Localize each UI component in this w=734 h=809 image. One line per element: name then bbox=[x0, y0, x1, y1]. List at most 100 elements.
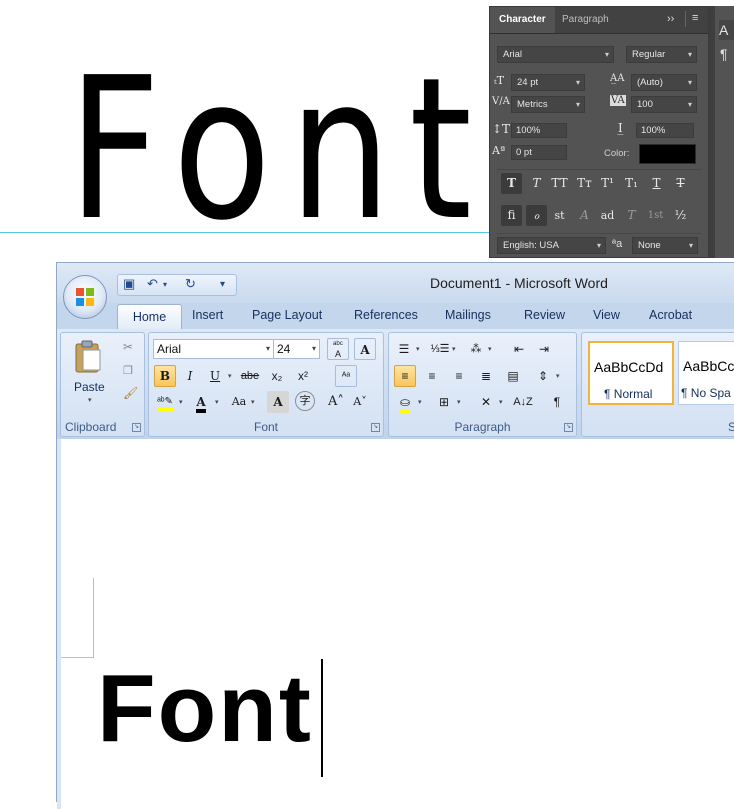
chevron-down-icon[interactable]: ▾ bbox=[228, 372, 232, 380]
line-spacing-button[interactable]: ⇕ bbox=[532, 365, 554, 387]
tab-paragraph[interactable]: Paragraph bbox=[553, 7, 618, 33]
stylistic-alternates-button[interactable]: A bbox=[574, 205, 595, 226]
superscript-button[interactable]: T¹ bbox=[597, 173, 618, 194]
small-caps-button[interactable]: Tт bbox=[574, 173, 595, 194]
character-shading-button[interactable]: A bbox=[267, 391, 289, 413]
faux-bold-button[interactable]: T bbox=[501, 173, 522, 194]
save-icon[interactable]: ▣ bbox=[123, 276, 135, 292]
tab-home[interactable]: Home bbox=[117, 304, 182, 329]
ordinals-button[interactable]: T bbox=[621, 205, 642, 226]
document-text[interactable]: Font bbox=[97, 661, 313, 757]
dialog-launcher-icon[interactable]: ↘ bbox=[564, 423, 573, 432]
antialias-dropdown[interactable]: None ▾ bbox=[632, 237, 698, 254]
change-case-icon[interactable]: ᵃᵇᶜ A bbox=[327, 338, 349, 360]
dialog-launcher-icon[interactable]: ↘ bbox=[132, 423, 141, 432]
all-caps-button[interactable]: TT bbox=[549, 173, 570, 194]
font-size-dropdown[interactable]: 24 pt ▾ bbox=[511, 74, 585, 91]
underline-button[interactable]: T bbox=[646, 173, 667, 194]
swash-button[interactable]: st bbox=[549, 205, 570, 226]
tab-insert[interactable]: Insert bbox=[192, 308, 223, 322]
shading-button[interactable]: ⛀ bbox=[394, 391, 416, 413]
text-effects-icon[interactable]: ᴬᵃ bbox=[335, 365, 357, 387]
italic-button[interactable]: I bbox=[179, 365, 201, 387]
underline-button[interactable]: U bbox=[204, 365, 226, 387]
align-left-button[interactable]: ≡ bbox=[394, 365, 416, 387]
paste-button[interactable] bbox=[73, 338, 103, 374]
strikethrough-button[interactable]: T bbox=[670, 173, 691, 194]
numbering-button[interactable]: ⅓☰ bbox=[429, 338, 451, 360]
color-swatch[interactable] bbox=[639, 144, 696, 164]
collapse-icon[interactable]: ›› bbox=[667, 13, 674, 25]
increase-indent-button[interactable]: ⇥ bbox=[533, 338, 555, 360]
font-style-dropdown[interactable]: Regular ▾ bbox=[626, 46, 697, 63]
kerning-dropdown[interactable]: Metrics ▾ bbox=[511, 96, 585, 113]
paragraph-panel-icon[interactable]: ¶ bbox=[720, 46, 728, 62]
horizontal-scale-field[interactable]: 100% bbox=[636, 123, 694, 138]
format-painter-icon[interactable]: 🖌 bbox=[123, 386, 138, 400]
chevron-down-icon[interactable]: ▾ bbox=[88, 396, 92, 404]
chevron-down-icon[interactable]: ▾ bbox=[488, 345, 492, 353]
distributed-button[interactable]: ▤ bbox=[502, 365, 524, 387]
discretionary-ligature-button[interactable]: ℴ bbox=[526, 205, 547, 226]
chevron-down-icon[interactable]: ▾ bbox=[418, 398, 422, 406]
chevron-down-icon[interactable]: ▾ bbox=[416, 345, 420, 353]
enclose-characters-button[interactable]: 字 bbox=[295, 391, 315, 411]
tab-mailings[interactable]: Mailings bbox=[445, 308, 491, 322]
chevron-down-icon[interactable]: ▾ bbox=[452, 345, 456, 353]
clear-formatting-icon[interactable]: A bbox=[354, 338, 376, 360]
panel-menu-icon[interactable]: ≡ bbox=[692, 12, 698, 24]
decrease-indent-button[interactable]: ⇤ bbox=[508, 338, 530, 360]
ligature-button[interactable]: fi bbox=[501, 205, 522, 226]
baseline-shift-field[interactable]: 0 pt bbox=[511, 145, 567, 160]
chevron-down-icon[interactable]: ▾ bbox=[215, 398, 219, 406]
leading-dropdown[interactable]: (Auto) ▾ bbox=[631, 74, 697, 91]
multilevel-list-button[interactable]: ⁂ bbox=[465, 338, 487, 360]
show-hide-marks-button[interactable]: ¶ bbox=[546, 391, 568, 413]
subscript-button[interactable]: x₂ bbox=[266, 365, 288, 387]
copy-icon[interactable]: ❐ bbox=[123, 364, 133, 377]
style-no-spacing[interactable]: AaBbCc ¶ No Spa bbox=[678, 341, 734, 405]
tab-character[interactable]: Character bbox=[490, 7, 555, 33]
sort-button[interactable]: A↓Z bbox=[512, 391, 534, 413]
shrink-font-button[interactable]: A˅ bbox=[349, 391, 371, 413]
font-color-button[interactable]: A bbox=[190, 391, 212, 413]
style-normal[interactable]: AaBbCcDd ¶ Normal bbox=[588, 341, 674, 405]
cut-icon[interactable]: ✂ bbox=[123, 340, 133, 354]
office-button[interactable] bbox=[63, 275, 107, 319]
dialog-launcher-icon[interactable]: ↘ bbox=[371, 423, 380, 432]
font-size-combo[interactable]: 24 ▾ bbox=[273, 339, 320, 359]
subscript-button[interactable]: T₁ bbox=[621, 173, 642, 194]
chevron-down-icon[interactable]: ▾ bbox=[457, 398, 461, 406]
bullets-button[interactable]: ☰ bbox=[393, 338, 415, 360]
faux-italic-button[interactable]: T bbox=[526, 173, 547, 194]
chevron-down-icon[interactable]: ▾ bbox=[163, 280, 167, 289]
align-right-button[interactable]: ≡ bbox=[448, 365, 470, 387]
strikethrough-button[interactable]: abe bbox=[239, 365, 261, 387]
undo-icon[interactable]: ↶ bbox=[147, 276, 158, 292]
change-case-button[interactable]: Aa bbox=[228, 391, 250, 413]
ordinal-button[interactable]: 1st bbox=[645, 205, 666, 226]
asian-layout-button[interactable]: ✕ bbox=[475, 391, 497, 413]
tab-page-layout[interactable]: Page Layout bbox=[252, 308, 322, 322]
chevron-down-icon[interactable]: ▾ bbox=[179, 398, 183, 406]
font-family-dropdown[interactable]: Arial ▾ bbox=[497, 46, 614, 63]
character-panel-icon[interactable]: A bbox=[719, 20, 734, 40]
grow-font-button[interactable]: A˄ bbox=[325, 391, 347, 413]
highlight-button[interactable]: ᵃᵇ✎ bbox=[154, 391, 176, 413]
justify-button[interactable]: ≣ bbox=[475, 365, 497, 387]
titling-alternates-button[interactable]: ad bbox=[597, 205, 618, 226]
superscript-button[interactable]: x² bbox=[292, 365, 314, 387]
language-dropdown[interactable]: English: USA ▾ bbox=[497, 237, 606, 254]
chevron-down-icon[interactable]: ▾ bbox=[556, 372, 560, 380]
chevron-down-icon[interactable]: ▾ bbox=[251, 398, 255, 406]
redo-icon[interactable]: ↻ bbox=[185, 276, 196, 292]
bold-button[interactable]: B bbox=[154, 365, 176, 387]
customize-qat-icon[interactable]: ▾ bbox=[220, 279, 225, 290]
tab-review[interactable]: Review bbox=[524, 308, 565, 322]
borders-button[interactable]: ⊞ bbox=[433, 391, 455, 413]
fractions-button[interactable]: ½ bbox=[670, 205, 691, 226]
vertical-scale-field[interactable]: 100% bbox=[511, 123, 567, 138]
font-name-combo[interactable]: Arial ▾ bbox=[153, 339, 274, 359]
tracking-dropdown[interactable]: 100 ▾ bbox=[631, 96, 697, 113]
tab-view[interactable]: View bbox=[593, 308, 620, 322]
